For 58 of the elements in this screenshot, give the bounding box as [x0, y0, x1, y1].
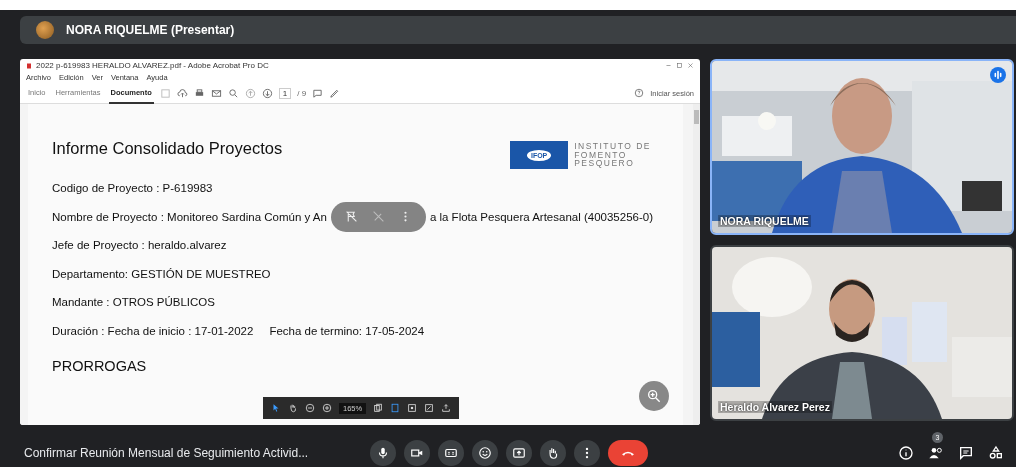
speaking-icon [990, 67, 1006, 83]
comment-icon[interactable] [312, 87, 324, 99]
present-icon [512, 446, 526, 460]
hand-icon[interactable] [288, 403, 298, 413]
flag-off-icon[interactable] [344, 210, 358, 223]
field-text: Fecha de termino: 17-05-2024 [269, 324, 425, 337]
export-icon[interactable] [441, 403, 452, 413]
presenter-title: NORA RIQUELME (Presentar) [66, 23, 235, 37]
window-title: 2022 p-619983 HERALDO ALVAREZ.pdf - Adobe Acrobat Pro DC [36, 61, 269, 70]
captions-icon [444, 446, 458, 460]
activities-button[interactable] [988, 445, 1004, 461]
scrollbar[interactable] [693, 104, 700, 425]
microphone-icon [376, 446, 390, 460]
help-icon[interactable] [634, 88, 645, 98]
captions-button[interactable] [438, 440, 464, 466]
end-call-button[interactable] [608, 440, 648, 466]
field-text: Nombre de Proyecto : Monitoreo Sardina Común y An [52, 210, 327, 223]
zoom-in-icon [646, 388, 662, 404]
zoom-out-icon[interactable] [305, 403, 315, 413]
fullscreen-icon[interactable] [424, 403, 435, 413]
present-button[interactable] [506, 440, 532, 466]
chat-button[interactable] [958, 445, 974, 461]
hand-icon [546, 446, 560, 460]
fit-page-icon[interactable] [390, 403, 401, 413]
zoom-in-icon[interactable] [322, 403, 332, 413]
microphone-button[interactable] [370, 440, 396, 466]
pen-icon[interactable] [329, 87, 341, 99]
shapes-icon [988, 445, 1004, 461]
mail-icon[interactable] [210, 87, 222, 99]
chat-icon [958, 445, 974, 461]
pdf-icon [26, 62, 32, 69]
document-title: Informe Consolidado Proyectos [52, 139, 283, 158]
field-text: Jefe de Proyecto : heraldo.alvarez [52, 239, 227, 251]
emoji-icon [478, 446, 492, 460]
field-text: Codigo de Proyecto : P-619983 [52, 182, 213, 194]
presenter-avatar [36, 21, 54, 39]
search-icon[interactable] [227, 87, 239, 99]
zoom-button[interactable] [639, 381, 669, 411]
raise-hand-button[interactable] [540, 440, 566, 466]
camera-button[interactable] [404, 440, 430, 466]
participant-name: NORA RIQUELME [718, 215, 811, 227]
meeting-title: Confirmar Reunión Mensual de Seguimiento Activid... [24, 446, 310, 460]
people-icon [928, 445, 944, 461]
info-icon [898, 445, 914, 461]
pages-icon[interactable] [373, 403, 384, 413]
field-text: Mandante : OTROS PÚBLICOS [52, 296, 215, 308]
logo-text: INSTITUTO DE FOMENTO PESQUERO [574, 142, 651, 168]
page-field[interactable]: 1 [278, 87, 292, 99]
field-text: a la Flota Pesquera Artesanal (40035256-0) [429, 210, 653, 223]
field-text: Departamento: GESTIÓN DE MUESTREO [52, 267, 271, 280]
emoji-button[interactable] [472, 440, 498, 466]
info-button[interactable] [898, 445, 914, 461]
section-heading: PRORROGAS [52, 357, 147, 374]
print-icon[interactable] [193, 87, 205, 99]
field-text: Duración : Fecha de inicio : 17-01-2022 [52, 324, 254, 337]
cloud-upload-icon[interactable] [176, 87, 188, 99]
camera-icon [410, 446, 424, 460]
page-total: / 9 [297, 88, 307, 98]
